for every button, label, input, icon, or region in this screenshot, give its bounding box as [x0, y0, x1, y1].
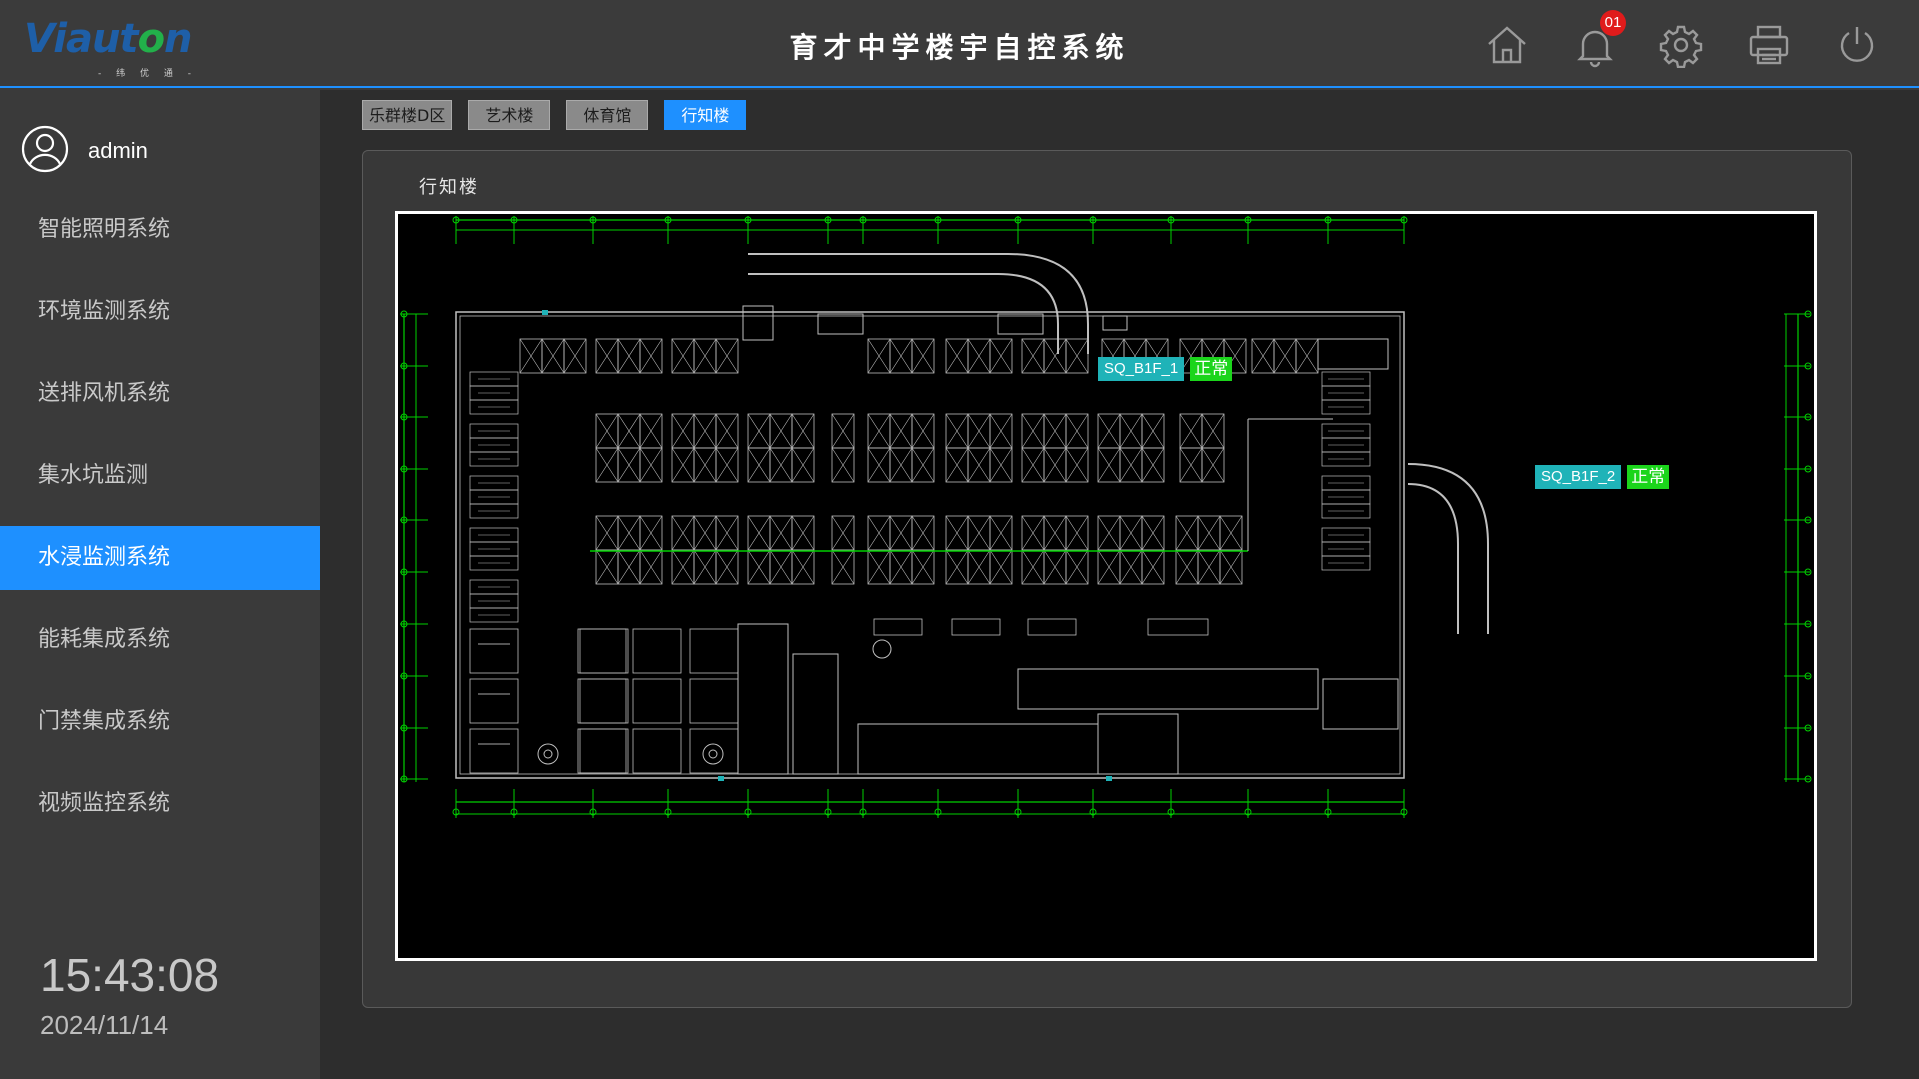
sensor-status-badge: 正常: [1190, 357, 1233, 381]
menu-item-water-leak[interactable]: 水浸监测系统: [0, 526, 332, 590]
sensor-id-label[interactable]: SQ_B1F_2: [1535, 465, 1622, 489]
menu-item-sump-pit[interactable]: 集水坑监测: [0, 444, 320, 508]
menu-item-environment[interactable]: 环境监测系统: [0, 280, 320, 344]
floor-plan: SQ_B1F_1 正常 SQ_B1F_2 正常: [395, 211, 1817, 961]
tab-xingzhi[interactable]: 行知楼: [664, 100, 747, 130]
home-icon[interactable]: [1484, 22, 1530, 68]
power-icon[interactable]: [1834, 22, 1880, 68]
building-tabs: 乐群楼D区 艺术楼 体育馆 行知楼: [362, 100, 762, 130]
cad-drawing: [400, 216, 1812, 818]
clock-date: 2024/11/14: [40, 1010, 169, 1040]
sensor-marker[interactable]: SQ_B1F_1 正常: [1098, 357, 1233, 381]
tab-gymnasium[interactable]: 体育馆: [566, 100, 649, 130]
menu-item-access-control[interactable]: 门禁集成系统: [0, 690, 320, 754]
printer-icon[interactable]: [1746, 22, 1792, 68]
username: admin: [88, 138, 148, 163]
bell-icon[interactable]: 01: [1572, 10, 1626, 68]
user-avatar-icon: [20, 124, 70, 178]
sensor-status-badge: 正常: [1627, 465, 1670, 489]
main-content: 乐群楼D区 艺术楼 体育馆 行知楼 行知楼 SQ_B1F_1 正常 SQ_B1F…: [320, 90, 1919, 1079]
floor-plan-panel: 行知楼 SQ_B1F_1 正常 SQ_B1F_2 正常: [362, 150, 1852, 1008]
app-title: 育才中学楼宇自控系统: [789, 31, 1130, 64]
menu-item-lighting[interactable]: 智能照明系统: [0, 198, 320, 262]
sensor-marker[interactable]: SQ_B1F_2 正常: [1535, 465, 1670, 489]
sensor-id-label[interactable]: SQ_B1F_1: [1098, 357, 1185, 381]
sidebar: admin 智能照明系统 环境监测系统 送排风机系统 集水坑监测 水浸监测系统 …: [0, 90, 332, 1079]
notification-badge: 01: [1600, 10, 1626, 36]
menu-item-ventilation[interactable]: 送排风机系统: [0, 362, 320, 426]
menu-item-energy[interactable]: 能耗集成系统: [0, 608, 320, 672]
system-menu: 智能照明系统 环境监测系统 送排风机系统 集水坑监测 水浸监测系统 能耗集成系统…: [0, 198, 332, 854]
tab-lequn-d[interactable]: 乐群楼D区: [362, 100, 453, 130]
panel-title: 行知楼: [419, 177, 479, 198]
tab-art-building[interactable]: 艺术楼: [468, 100, 551, 130]
user-profile[interactable]: admin: [20, 124, 148, 178]
header-bar: Viauton - 纬 优 通 - 育才中学楼宇自控系统 01: [0, 0, 1919, 88]
clock-time: 15:43:08: [40, 949, 220, 1001]
gear-icon[interactable]: [1658, 22, 1704, 69]
menu-item-video[interactable]: 视频监控系统: [0, 772, 320, 836]
